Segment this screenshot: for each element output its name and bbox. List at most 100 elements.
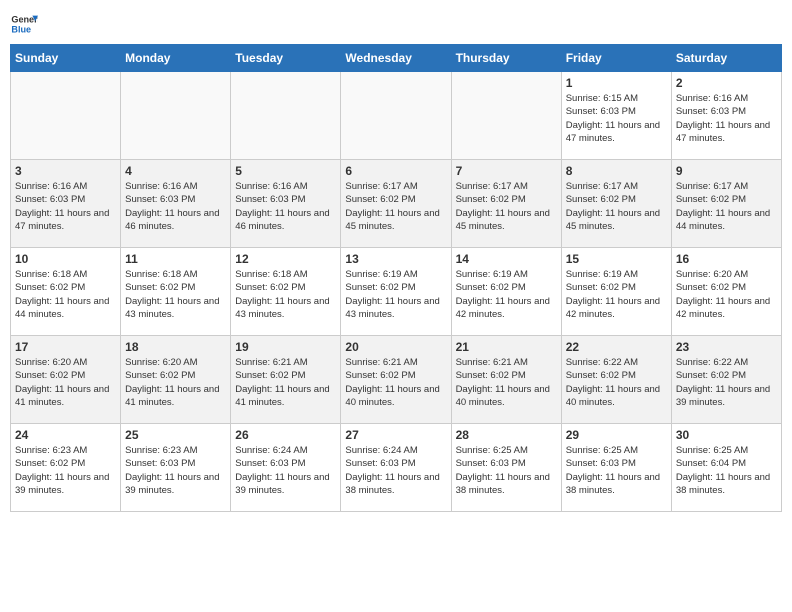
day-number: 13 [345,252,446,266]
day-info: Sunrise: 6:16 AM Sunset: 6:03 PM Dayligh… [235,180,336,233]
calendar-cell: 22 Sunrise: 6:22 AM Sunset: 6:02 PM Dayli… [561,336,671,424]
svg-text:Blue: Blue [11,24,31,34]
day-info: Sunrise: 6:25 AM Sunset: 6:03 PM Dayligh… [566,444,667,497]
calendar-cell: 14 Sunrise: 6:19 AM Sunset: 6:02 PM Dayli… [451,248,561,336]
day-number: 30 [676,428,777,442]
calendar-cell [121,72,231,160]
calendar-cell [341,72,451,160]
day-info: Sunrise: 6:24 AM Sunset: 6:03 PM Dayligh… [235,444,336,497]
day-number: 9 [676,164,777,178]
weekday-header: Wednesday [341,45,451,72]
day-info: Sunrise: 6:20 AM Sunset: 6:02 PM Dayligh… [125,356,226,409]
day-number: 15 [566,252,667,266]
calendar-cell: 20 Sunrise: 6:21 AM Sunset: 6:02 PM Dayli… [341,336,451,424]
day-number: 8 [566,164,667,178]
day-info: Sunrise: 6:18 AM Sunset: 6:02 PM Dayligh… [235,268,336,321]
calendar-cell [11,72,121,160]
calendar-cell: 17 Sunrise: 6:20 AM Sunset: 6:02 PM Dayli… [11,336,121,424]
day-number: 16 [676,252,777,266]
day-number: 28 [456,428,557,442]
calendar-cell: 18 Sunrise: 6:20 AM Sunset: 6:02 PM Dayli… [121,336,231,424]
day-info: Sunrise: 6:21 AM Sunset: 6:02 PM Dayligh… [345,356,446,409]
calendar-cell: 11 Sunrise: 6:18 AM Sunset: 6:02 PM Dayli… [121,248,231,336]
day-info: Sunrise: 6:21 AM Sunset: 6:02 PM Dayligh… [456,356,557,409]
calendar-cell: 23 Sunrise: 6:22 AM Sunset: 6:02 PM Dayli… [671,336,781,424]
day-number: 27 [345,428,446,442]
day-info: Sunrise: 6:17 AM Sunset: 6:02 PM Dayligh… [676,180,777,233]
day-info: Sunrise: 6:15 AM Sunset: 6:03 PM Dayligh… [566,92,667,145]
day-info: Sunrise: 6:19 AM Sunset: 6:02 PM Dayligh… [456,268,557,321]
weekday-header: Saturday [671,45,781,72]
day-info: Sunrise: 6:22 AM Sunset: 6:02 PM Dayligh… [566,356,667,409]
logo-icon: General Blue [10,10,38,38]
calendar-cell: 25Sunrise: 6:23 AM Sunset: 6:03 PM Dayli… [121,424,231,512]
day-info: Sunrise: 6:16 AM Sunset: 6:03 PM Dayligh… [15,180,116,233]
calendar-cell: 16 Sunrise: 6:20 AM Sunset: 6:02 PM Dayli… [671,248,781,336]
page-header: General Blue [10,10,782,38]
calendar-cell: 19 Sunrise: 6:21 AM Sunset: 6:02 PM Dayli… [231,336,341,424]
calendar-cell: 8 Sunrise: 6:17 AM Sunset: 6:02 PM Daylig… [561,160,671,248]
day-info: Sunrise: 6:18 AM Sunset: 6:02 PM Dayligh… [125,268,226,321]
day-info: Sunrise: 6:21 AM Sunset: 6:02 PM Dayligh… [235,356,336,409]
day-number: 11 [125,252,226,266]
weekday-header: Thursday [451,45,561,72]
day-number: 24 [15,428,116,442]
day-number: 12 [235,252,336,266]
calendar-cell: 30Sunrise: 6:25 AM Sunset: 6:04 PM Dayli… [671,424,781,512]
day-info: Sunrise: 6:17 AM Sunset: 6:02 PM Dayligh… [456,180,557,233]
day-number: 20 [345,340,446,354]
day-number: 19 [235,340,336,354]
day-number: 5 [235,164,336,178]
day-number: 25 [125,428,226,442]
weekday-header: Friday [561,45,671,72]
weekday-header: Tuesday [231,45,341,72]
calendar-cell: 15 Sunrise: 6:19 AM Sunset: 6:02 PM Dayli… [561,248,671,336]
day-info: Sunrise: 6:19 AM Sunset: 6:02 PM Dayligh… [345,268,446,321]
day-number: 17 [15,340,116,354]
calendar-cell: 29 Sunrise: 6:25 AM Sunset: 6:03 PM Dayli… [561,424,671,512]
day-info: Sunrise: 6:18 AM Sunset: 6:02 PM Dayligh… [15,268,116,321]
day-number: 26 [235,428,336,442]
calendar-cell [231,72,341,160]
calendar-cell: 24Sunrise: 6:23 AM Sunset: 6:02 PM Dayli… [11,424,121,512]
day-number: 14 [456,252,557,266]
day-info: Sunrise: 6:24 AM Sunset: 6:03 PM Dayligh… [345,444,446,497]
calendar-cell: 1 Sunrise: 6:15 AM Sunset: 6:03 PM Daylig… [561,72,671,160]
day-number: 21 [456,340,557,354]
logo: General Blue [10,10,40,38]
day-number: 1 [566,76,667,90]
day-info: Sunrise: 6:16 AM Sunset: 6:03 PM Dayligh… [676,92,777,145]
day-number: 22 [566,340,667,354]
day-number: 29 [566,428,667,442]
weekday-header: Sunday [11,45,121,72]
day-number: 10 [15,252,116,266]
calendar-cell: 6 Sunrise: 6:17 AM Sunset: 6:02 PM Daylig… [341,160,451,248]
day-number: 18 [125,340,226,354]
day-info: Sunrise: 6:22 AM Sunset: 6:02 PM Dayligh… [676,356,777,409]
calendar-cell: 4 Sunrise: 6:16 AM Sunset: 6:03 PM Daylig… [121,160,231,248]
day-info: Sunrise: 6:19 AM Sunset: 6:02 PM Dayligh… [566,268,667,321]
calendar-cell [451,72,561,160]
day-number: 6 [345,164,446,178]
day-number: 23 [676,340,777,354]
day-info: Sunrise: 6:17 AM Sunset: 6:02 PM Dayligh… [345,180,446,233]
day-number: 4 [125,164,226,178]
day-number: 3 [15,164,116,178]
calendar-table: SundayMondayTuesdayWednesdayThursdayFrid… [10,44,782,512]
calendar-cell: 5 Sunrise: 6:16 AM Sunset: 6:03 PM Daylig… [231,160,341,248]
calendar-cell: 2 Sunrise: 6:16 AM Sunset: 6:03 PM Daylig… [671,72,781,160]
day-info: Sunrise: 6:20 AM Sunset: 6:02 PM Dayligh… [676,268,777,321]
weekday-header: Monday [121,45,231,72]
day-number: 7 [456,164,557,178]
day-info: Sunrise: 6:17 AM Sunset: 6:02 PM Dayligh… [566,180,667,233]
calendar-cell: 27 Sunrise: 6:24 AM Sunset: 6:03 PM Dayli… [341,424,451,512]
calendar-cell: 9 Sunrise: 6:17 AM Sunset: 6:02 PM Daylig… [671,160,781,248]
day-info: Sunrise: 6:25 AM Sunset: 6:03 PM Dayligh… [456,444,557,497]
calendar-cell: 21 Sunrise: 6:21 AM Sunset: 6:02 PM Dayli… [451,336,561,424]
day-number: 2 [676,76,777,90]
calendar-cell: 7 Sunrise: 6:17 AM Sunset: 6:02 PM Daylig… [451,160,561,248]
day-info: Sunrise: 6:16 AM Sunset: 6:03 PM Dayligh… [125,180,226,233]
calendar-cell: 12 Sunrise: 6:18 AM Sunset: 6:02 PM Dayli… [231,248,341,336]
day-info: Sunrise: 6:20 AM Sunset: 6:02 PM Dayligh… [15,356,116,409]
calendar-cell: 13 Sunrise: 6:19 AM Sunset: 6:02 PM Dayli… [341,248,451,336]
